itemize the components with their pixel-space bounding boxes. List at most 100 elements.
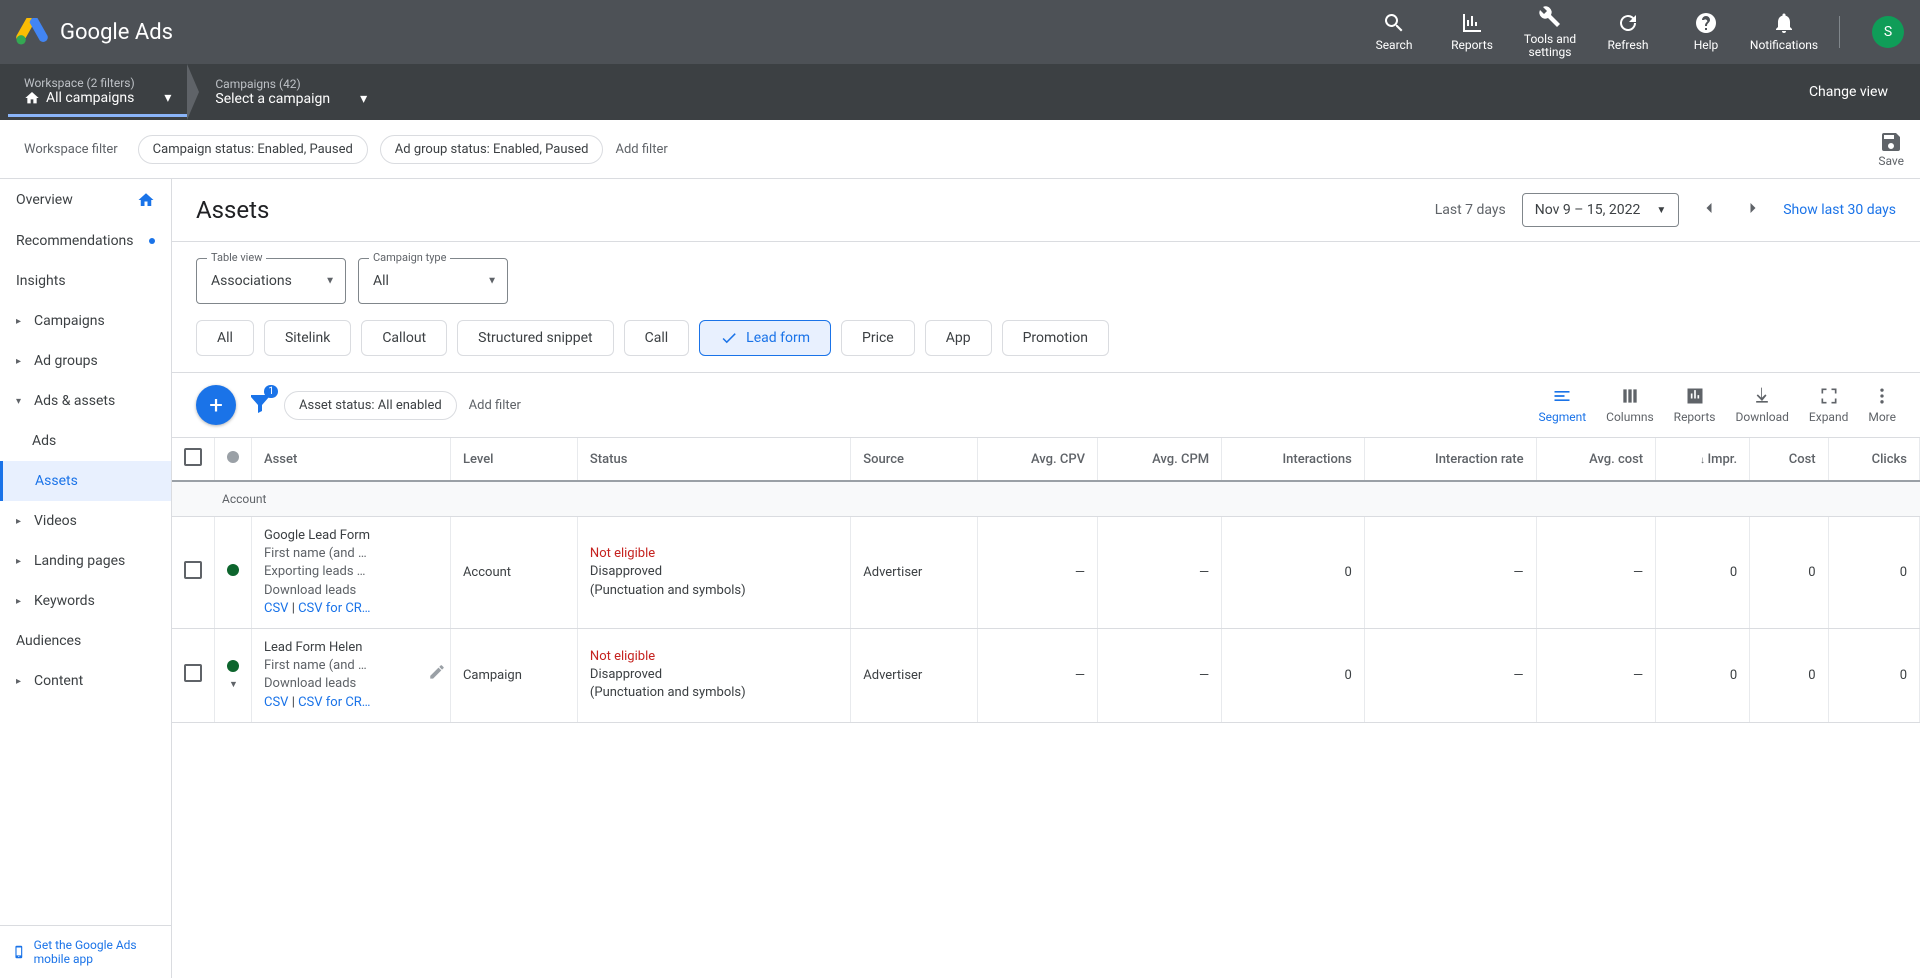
type-callout[interactable]: Callout <box>361 320 447 356</box>
assets-table: Asset Level Status Source Avg. CPV Avg. … <box>172 438 1920 723</box>
row-checkbox[interactable] <box>184 561 202 579</box>
nav-ads-assets[interactable]: ▾Ads & assets <box>0 381 171 421</box>
chevron-down-icon: ▼ <box>1656 205 1666 216</box>
csv-link[interactable]: CSV <box>264 695 288 710</box>
col-interactions[interactable]: Interactions <box>1222 438 1365 481</box>
refresh-icon <box>1616 11 1640 35</box>
filter-chip-campaign-status[interactable]: Campaign status: Enabled, Paused <box>138 135 368 164</box>
col-avg-cost[interactable]: Avg. cost <box>1536 438 1656 481</box>
logo-area[interactable]: Google Ads <box>16 18 173 46</box>
type-app[interactable]: App <box>925 320 992 356</box>
more-vert-icon <box>1872 386 1892 406</box>
type-call[interactable]: Call <box>624 320 690 356</box>
edit-icon[interactable] <box>428 663 446 687</box>
campaign-type-select[interactable]: Campaign type All ▼ <box>358 258 508 304</box>
csv-crm-link[interactable]: CSV for CR… <box>298 601 370 616</box>
type-sitelink[interactable]: Sitelink <box>264 320 351 356</box>
type-promotion[interactable]: Promotion <box>1002 320 1109 356</box>
mobile-app-link[interactable]: Get the Google Ads mobile app <box>0 925 171 978</box>
add-button[interactable]: + <box>196 385 236 425</box>
tools-button[interactable]: Tools and settings <box>1515 0 1585 64</box>
date-picker-area: Last 7 days Nov 9 – 15, 2022 ▼ Show last… <box>1435 193 1896 227</box>
status-filter-chip[interactable]: Asset status: All enabled <box>284 391 457 420</box>
workspace-filter-label: Workspace filter <box>24 142 118 157</box>
csv-crm-link[interactable]: CSV for CR… <box>298 695 370 710</box>
arrow-down-icon: ↓ <box>1700 455 1708 466</box>
select-all-checkbox[interactable] <box>184 448 202 466</box>
nav-audiences[interactable]: Audiences <box>0 621 171 661</box>
type-price[interactable]: Price <box>841 320 915 356</box>
table-row: Google Lead Form First name (and … Expor… <box>172 517 1920 629</box>
col-status[interactable]: Status <box>577 438 850 481</box>
col-asset[interactable]: Asset <box>252 438 451 481</box>
nav-keywords[interactable]: ▸Keywords <box>0 581 171 621</box>
chevron-down-icon: ▼ <box>325 276 335 287</box>
reports-button[interactable]: Reports <box>1674 386 1716 424</box>
nav-content[interactable]: ▸Content <box>0 661 171 701</box>
notifications-button[interactable]: Notifications <box>1749 0 1819 64</box>
col-level[interactable]: Level <box>450 438 577 481</box>
col-clicks[interactable]: Clicks <box>1828 438 1919 481</box>
search-button[interactable]: Search <box>1359 0 1429 64</box>
csv-link[interactable]: CSV <box>264 601 288 616</box>
nav-landing-pages[interactable]: ▸Landing pages <box>0 541 171 581</box>
col-impr[interactable]: ↓ Impr. <box>1656 438 1750 481</box>
date-next-button[interactable] <box>1739 194 1767 226</box>
segment-button[interactable]: Segment <box>1538 386 1586 424</box>
table-view-select[interactable]: Table view Associations ▼ <box>196 258 346 304</box>
table-header-row: Asset Level Status Source Avg. CPV Avg. … <box>172 438 1920 481</box>
col-avg-cpv[interactable]: Avg. CPV <box>978 438 1098 481</box>
col-interaction-rate[interactable]: Interaction rate <box>1364 438 1536 481</box>
nav-overview[interactable]: Overview <box>0 179 171 221</box>
type-lead-form[interactable]: Lead form <box>699 320 831 356</box>
nav-ads[interactable]: Ads <box>0 421 171 461</box>
user-avatar[interactable]: S <box>1872 16 1904 48</box>
avg-cpv-cell: — <box>978 517 1098 629</box>
campaign-crumb[interactable]: Campaigns (42) Select a campaign ▾ <box>199 69 383 115</box>
asset-cell[interactable]: Lead Form Helen First name (and … Downlo… <box>252 628 451 722</box>
nav-insights[interactable]: Insights <box>0 261 171 301</box>
cost-cell: 0 <box>1750 517 1828 629</box>
search-icon <box>1382 11 1406 35</box>
save-icon <box>1879 130 1903 154</box>
date-prev-button[interactable] <box>1695 194 1723 226</box>
asset-cell[interactable]: Google Lead Form First name (and … Expor… <box>252 517 451 629</box>
change-view-link[interactable]: Change view <box>1785 84 1912 100</box>
save-button[interactable]: Save <box>1878 130 1904 168</box>
breadcrumb-bar: Workspace (2 filters) All campaigns ▾ Ca… <box>0 64 1920 120</box>
col-source[interactable]: Source <box>851 438 978 481</box>
col-avg-cpm[interactable]: Avg. CPM <box>1098 438 1222 481</box>
add-filter-link[interactable]: Add filter <box>469 398 521 413</box>
clicks-cell: 0 <box>1828 628 1919 722</box>
filter-chip-adgroup-status[interactable]: Ad group status: Enabled, Paused <box>380 135 604 164</box>
status-dot-enabled-icon <box>227 660 239 672</box>
row-checkbox[interactable] <box>184 664 202 682</box>
type-structured[interactable]: Structured snippet <box>457 320 613 356</box>
col-cost[interactable]: Cost <box>1750 438 1828 481</box>
reports-button[interactable]: Reports <box>1437 0 1507 64</box>
nav-videos[interactable]: ▸Videos <box>0 501 171 541</box>
more-button[interactable]: More <box>1868 386 1896 424</box>
nav-assets[interactable]: Assets <box>0 461 171 501</box>
add-filter-link[interactable]: Add filter <box>615 142 667 157</box>
chevron-down-icon: ▼ <box>487 276 497 287</box>
type-all[interactable]: All <box>196 320 254 356</box>
nav-recommendations[interactable]: Recommendations <box>0 221 171 261</box>
expand-button[interactable]: Expand <box>1809 386 1848 424</box>
notification-dot-icon <box>149 238 155 244</box>
nav-campaigns[interactable]: ▸Campaigns <box>0 301 171 341</box>
filter-icon-button[interactable]: 1 <box>248 391 272 419</box>
impr-cell: 0 <box>1656 628 1750 722</box>
columns-button[interactable]: Columns <box>1606 386 1654 424</box>
avg-cost-cell: — <box>1536 517 1656 629</box>
date-range-select[interactable]: Nov 9 – 15, 2022 ▼ <box>1522 193 1679 227</box>
chevron-down-icon[interactable]: ▼ <box>229 680 238 690</box>
refresh-button[interactable]: Refresh <box>1593 0 1663 64</box>
show-30-days-link[interactable]: Show last 30 days <box>1783 202 1896 218</box>
download-button[interactable]: Download <box>1736 386 1789 424</box>
divider <box>1839 16 1840 48</box>
workspace-crumb[interactable]: Workspace (2 filters) All campaigns ▾ <box>8 68 187 117</box>
nav-ad-groups[interactable]: ▸Ad groups <box>0 341 171 381</box>
selectors-row: Table view Associations ▼ Campaign type … <box>172 242 1920 304</box>
help-button[interactable]: Help <box>1671 0 1741 64</box>
